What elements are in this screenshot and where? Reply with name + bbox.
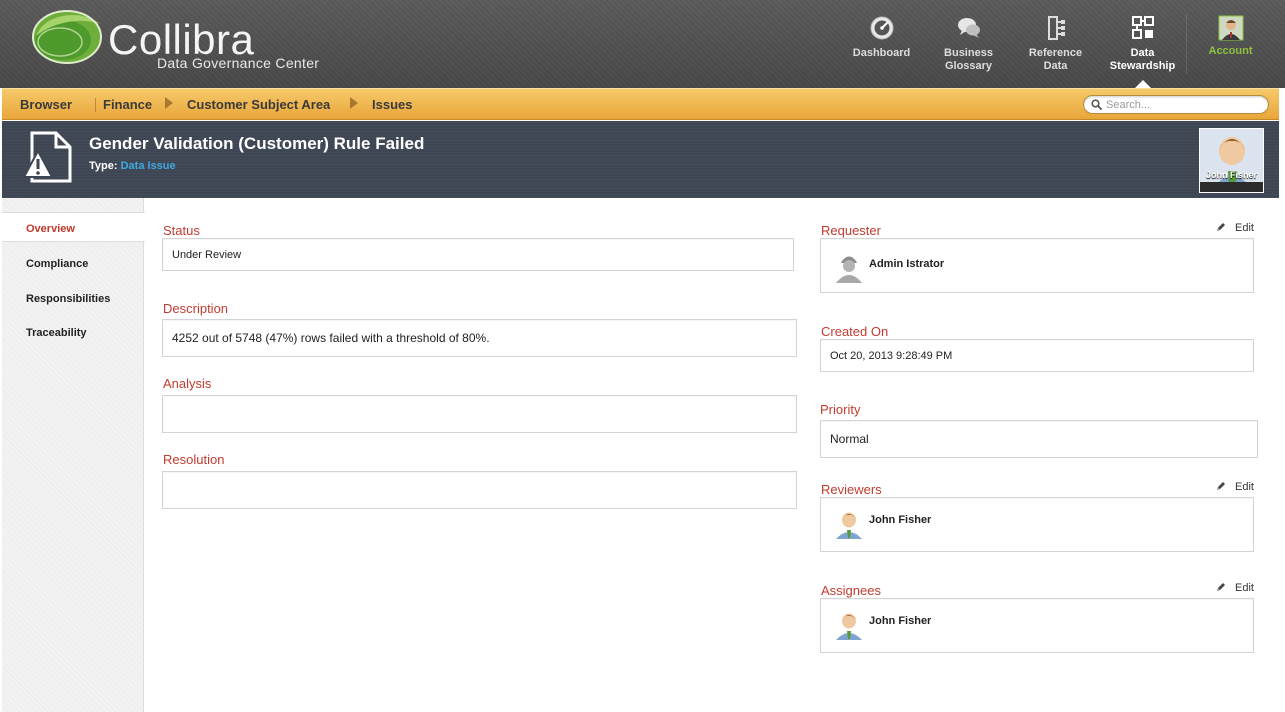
created-on-value: Oct 20, 2013 9:28:49 PM — [830, 350, 953, 362]
description-value: 4252 out of 5748 (47%) rows failed with … — [172, 331, 490, 345]
description-field[interactable]: 4252 out of 5748 (47%) rows failed with … — [162, 319, 797, 357]
user-avatar-icon — [836, 613, 862, 640]
assignee-name: John Fisher — [869, 615, 932, 627]
reviewers-edit-label: Edit — [1235, 481, 1254, 493]
dashboard-gauge-icon — [870, 16, 893, 40]
nav-business-glossary[interactable]: Business Glossary — [925, 0, 1012, 88]
breadcrumb-item-finance[interactable]: Finance — [103, 97, 152, 112]
main-navigation: Dashboard Business Glossary Reference Da… — [838, 0, 1274, 88]
description-label: Description — [163, 301, 229, 316]
nav-reference-data[interactable]: Reference Data — [1012, 0, 1099, 88]
priority-value: Normal — [830, 432, 869, 446]
created-on-label: Created On — [821, 324, 889, 339]
requester-label: Requester — [821, 223, 881, 238]
search-box — [1083, 95, 1269, 114]
resolution-field[interactable] — [162, 471, 797, 509]
owner-avatar[interactable]: John Fisher — [1199, 128, 1264, 193]
analysis-field[interactable] — [162, 395, 797, 433]
search-icon — [1091, 99, 1102, 110]
priority-label: Priority — [820, 402, 861, 417]
nav-reference-data-label-line1: Reference — [1028, 47, 1083, 59]
status-value: Under Review — [172, 249, 242, 261]
requester-field: Admin Istrator — [820, 238, 1254, 293]
breadcrumb: Browser Finance Customer Subject Area Is… — [2, 88, 1279, 120]
nav-data-stewardship-label-line2: Stewardship — [1109, 60, 1176, 72]
tab-overview-label: Overview — [26, 223, 75, 235]
priority-field[interactable]: Normal — [820, 420, 1258, 458]
status-field[interactable]: Under Review — [162, 238, 794, 271]
pencil-icon — [1217, 482, 1225, 490]
default-user-icon — [836, 256, 862, 283]
nav-account-label: Account — [1208, 45, 1253, 57]
tab-responsibilities[interactable]: Responsibilities — [2, 283, 144, 313]
asset-title: Gender Validation (Customer) Rule Failed — [89, 134, 425, 153]
data-stewardship-icon — [1131, 16, 1154, 39]
breadcrumb-browser[interactable]: Browser — [20, 97, 72, 112]
chat-bubbles-icon — [957, 18, 980, 38]
pencil-icon — [1217, 583, 1225, 591]
assignees-edit-label: Edit — [1235, 582, 1254, 594]
collibra-logo[interactable]: Collibra Data Governance Center — [30, 6, 330, 76]
brand-subtitle: Data Governance Center — [157, 55, 320, 71]
reviewers-label: Reviewers — [821, 482, 882, 497]
requester-user[interactable]: Admin Istrator — [833, 253, 944, 286]
nav-data-stewardship-label-line1: Data — [1130, 47, 1155, 59]
status-label: Status — [163, 223, 200, 238]
search-input[interactable] — [1106, 97, 1264, 112]
account-avatar-icon — [1218, 15, 1243, 41]
reviewer-user[interactable]: John Fisher — [833, 509, 931, 542]
requester-edit-label: Edit — [1235, 222, 1254, 234]
asset-header: Gender Validation (Customer) Rule Failed… — [2, 121, 1279, 198]
tab-traceability[interactable]: Traceability — [2, 317, 144, 347]
owner-name-strip — [1200, 182, 1263, 192]
tab-traceability-label: Traceability — [26, 327, 87, 339]
nav-business-glossary-label-line2: Glossary — [944, 60, 993, 72]
chevron-right-icon — [350, 97, 358, 109]
breadcrumb-item-customer-subject-area[interactable]: Customer Subject Area — [187, 97, 330, 112]
nav-account[interactable]: Account — [1187, 0, 1274, 88]
nav-business-glossary-label-line1: Business — [944, 47, 993, 59]
nav-dashboard-label: Dashboard — [852, 47, 911, 59]
nav-dashboard[interactable]: Dashboard — [838, 0, 925, 88]
resolution-label: Resolution — [163, 452, 225, 467]
pencil-icon — [1217, 223, 1225, 231]
created-on-field: Oct 20, 2013 9:28:49 PM — [820, 339, 1254, 372]
breadcrumb-item-issues[interactable]: Issues — [372, 97, 412, 112]
assignees-field: John Fisher — [820, 598, 1254, 653]
tab-compliance-label: Compliance — [26, 258, 89, 270]
owner-name: John Fisher — [1205, 170, 1257, 180]
side-tabs: Overview Compliance Responsibilities Tra… — [2, 198, 145, 712]
user-avatar-icon — [836, 512, 862, 539]
asset-type-link[interactable]: Data Issue — [121, 160, 176, 172]
tab-overview[interactable]: Overview — [2, 212, 145, 242]
breadcrumb-divider — [95, 98, 96, 112]
top-header: Collibra Data Governance Center Dashboar… — [0, 0, 1285, 88]
nav-reference-data-label-line2: Data — [1043, 60, 1068, 72]
reference-data-icon — [1047, 16, 1065, 40]
data-issue-icon — [22, 131, 72, 183]
collibra-logo-mark-icon — [32, 10, 102, 64]
asset-type-label: Type: — [89, 160, 118, 172]
tab-responsibilities-label: Responsibilities — [26, 293, 111, 305]
requester-name: Admin Istrator — [869, 258, 945, 270]
asset-type: Type: Data Issue — [89, 160, 176, 172]
reviewer-name: John Fisher — [869, 514, 932, 526]
tab-compliance[interactable]: Compliance — [2, 248, 144, 278]
chevron-right-icon — [165, 97, 173, 109]
assignees-label: Assignees — [821, 583, 881, 598]
nav-data-stewardship[interactable]: Data Stewardship — [1099, 0, 1186, 88]
reviewers-field: John Fisher — [820, 497, 1254, 552]
analysis-label: Analysis — [163, 376, 212, 391]
assignee-user[interactable]: John Fisher — [833, 610, 931, 643]
